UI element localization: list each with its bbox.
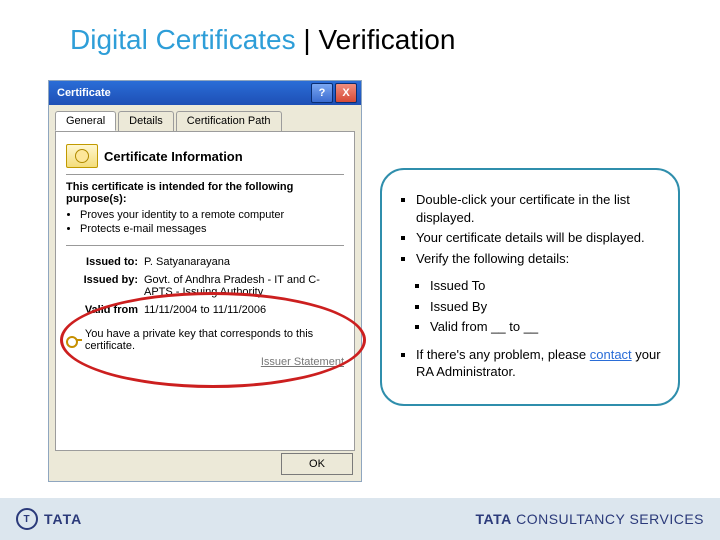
certificate-purpose: This certificate is intended for the fol… xyxy=(66,181,344,235)
instruction-item: Verify the following details: xyxy=(416,250,662,268)
help-icon: ? xyxy=(319,87,326,99)
tab-certification-path[interactable]: Certification Path xyxy=(176,111,282,131)
purpose-intro: This certificate is intended for the fol… xyxy=(66,181,344,205)
valid-from-value: 11/11/2004 to 11/11/2006 xyxy=(144,304,344,316)
issued-by-label: Issued by: xyxy=(66,274,144,298)
slide-root: Digital Certificates | Verification Cert… xyxy=(0,0,720,540)
instruction-callout: Double-click your certificate in the lis… xyxy=(380,168,680,406)
tcs-logo: TATA CONSULTANCY SERVICES xyxy=(475,511,704,527)
tab-details[interactable]: Details xyxy=(118,111,174,131)
issued-to-row: Issued to: P. Satyanarayana xyxy=(66,256,344,268)
contact-pre: If there's any problem, please xyxy=(416,347,590,362)
contact-link[interactable]: contact xyxy=(590,347,632,362)
close-icon: X xyxy=(342,87,349,99)
instruction-item: Double-click your certificate in the lis… xyxy=(416,191,662,226)
issued-to-value: P. Satyanarayana xyxy=(144,256,344,268)
instruction-item: Your certificate details will be display… xyxy=(416,229,662,247)
dialog-titlebar[interactable]: Certificate ? X xyxy=(49,81,361,105)
slide-title: Digital Certificates | Verification xyxy=(70,24,455,56)
purpose-item: Proves your identity to a remote compute… xyxy=(80,209,344,221)
valid-from-row: Valid from 11/11/2004 to 11/11/2006 xyxy=(66,304,344,316)
title-part1: Digital Certificates xyxy=(70,24,296,55)
issued-to-label: Issued to: xyxy=(66,256,144,268)
certificate-info-heading: Certificate Information xyxy=(104,149,243,164)
issuer-statement-link[interactable]: Issuer Statement xyxy=(66,356,344,368)
tcs-rest: CONSULTANCY SERVICES xyxy=(512,511,704,527)
issued-by-value: Govt. of Andhra Pradesh - IT and C-APTS … xyxy=(144,274,344,298)
titlebar-close-button[interactable]: X xyxy=(335,83,357,103)
private-key-text: You have a private key that corresponds … xyxy=(85,328,344,352)
certificate-dialog: Certificate ? X General Details Certific… xyxy=(48,80,362,482)
valid-from-label: Valid from xyxy=(66,304,144,316)
instruction-subitem: Issued By xyxy=(430,298,662,316)
title-separator: | xyxy=(296,24,319,55)
dialog-tabs: General Details Certification Path xyxy=(55,111,355,131)
titlebar-help-button[interactable]: ? xyxy=(311,83,333,103)
purpose-item: Protects e-mail messages xyxy=(80,223,344,235)
tab-general-pane: Certificate Information This certificate… xyxy=(55,131,355,451)
dialog-title: Certificate xyxy=(57,87,111,99)
tata-text: TATA xyxy=(44,511,82,527)
ok-button[interactable]: OK xyxy=(281,453,353,475)
tab-general[interactable]: General xyxy=(55,111,116,131)
instruction-subitem: Valid from __ to __ xyxy=(430,318,662,336)
footer-bar: T TATA TATA CONSULTANCY SERVICES xyxy=(0,498,720,540)
tata-mark-icon: T xyxy=(16,508,38,530)
certificate-badge-icon xyxy=(66,144,98,168)
key-icon xyxy=(66,333,79,347)
tata-logo: T TATA xyxy=(16,508,82,530)
issued-by-row: Issued by: Govt. of Andhra Pradesh - IT … xyxy=(66,274,344,298)
instruction-subitem: Issued To xyxy=(430,277,662,295)
title-part2: Verification xyxy=(318,24,455,55)
tcs-bold: TATA xyxy=(475,511,511,527)
instruction-item: If there's any problem, please contact y… xyxy=(416,346,662,381)
private-key-note: You have a private key that corresponds … xyxy=(66,328,344,352)
